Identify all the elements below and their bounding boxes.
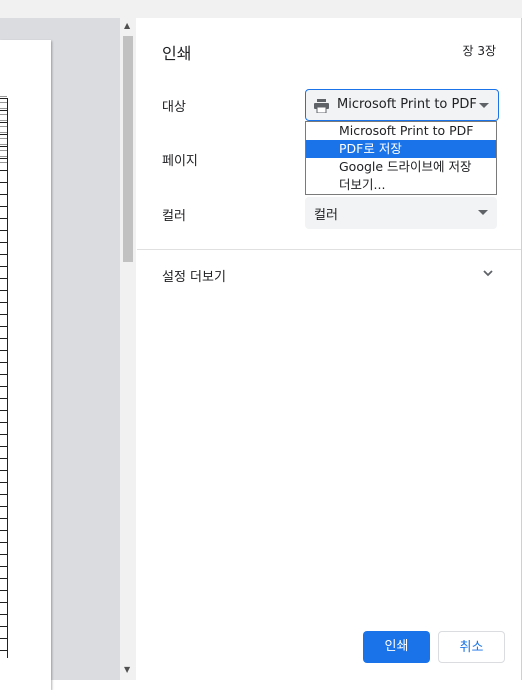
browser-top-bar	[0, 0, 522, 18]
preview-table	[0, 98, 8, 658]
destination-label: 대상	[162, 100, 186, 115]
dialog-title: 인쇄	[162, 44, 192, 63]
dropdown-option-selected[interactable]: PDF로 저장	[306, 140, 496, 158]
printer-icon	[314, 99, 329, 113]
dropdown-option[interactable]: 더보기...	[306, 176, 496, 194]
scrollbar-thumb[interactable]	[123, 36, 133, 262]
dropdown-option[interactable]: Google 드라이브에 저장	[306, 158, 496, 176]
dropdown-option[interactable]: Microsoft Print to PDF	[306, 122, 496, 140]
print-settings-panel: 인쇄 장 3장 대상 Microsoft Print to PDF Micros…	[137, 18, 522, 680]
preview-scrollbar[interactable]: ▲ ▼	[120, 18, 136, 680]
destination-dropdown-list[interactable]: Microsoft Print to PDF PDF로 저장 Google 드라…	[305, 121, 497, 195]
more-settings-toggle[interactable]: 설정 더보기	[162, 266, 226, 285]
destination-value: Microsoft Print to PDF	[337, 97, 477, 112]
print-preview-area	[0, 18, 120, 690]
color-select[interactable]: 컬러	[305, 197, 497, 229]
destination-select[interactable]: Microsoft Print to PDF	[305, 89, 499, 121]
pages-label: 페이지	[162, 154, 198, 169]
sheet-count: 장 3장	[462, 44, 496, 58]
print-button[interactable]: 인쇄	[363, 631, 430, 663]
cancel-button[interactable]: 취소	[438, 631, 505, 663]
chevron-down-icon[interactable]	[482, 267, 494, 279]
preview-page	[0, 40, 51, 690]
section-divider	[137, 249, 522, 250]
color-value: 컬러	[314, 208, 338, 223]
scroll-down-arrow[interactable]: ▼	[124, 666, 130, 674]
caret-down-icon	[478, 210, 488, 215]
scroll-up-arrow[interactable]: ▲	[124, 22, 130, 30]
caret-down-icon	[479, 103, 489, 108]
color-label: 컬러	[162, 209, 186, 224]
